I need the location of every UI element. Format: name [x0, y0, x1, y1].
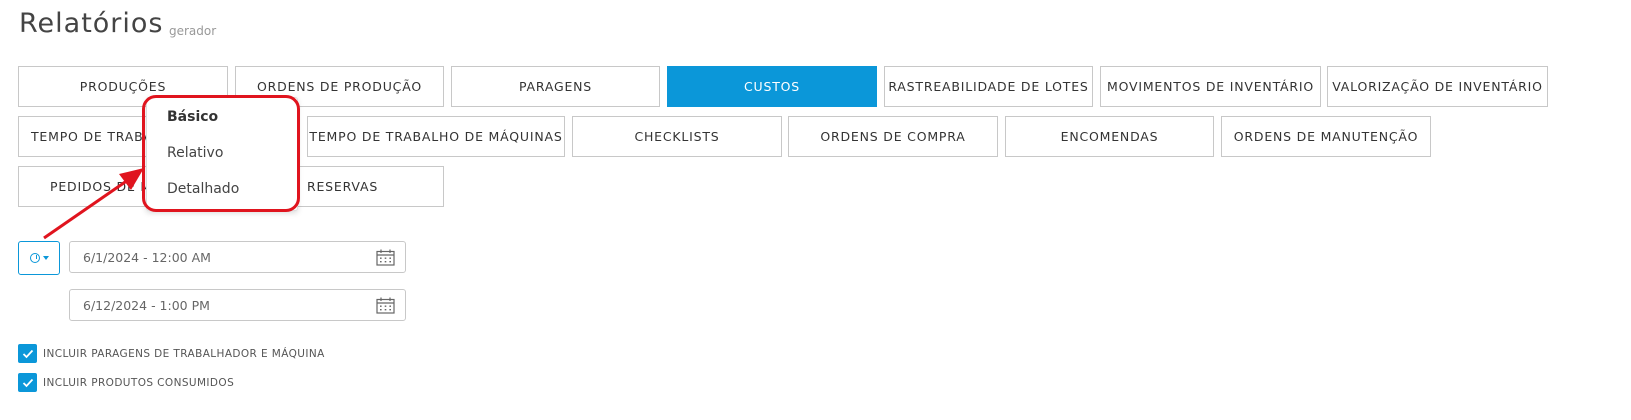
checkmark-icon [22, 378, 33, 387]
calendar-icon[interactable] [376, 249, 395, 266]
tab-rastreabilidade-de-lotes[interactable]: RASTREABILIDADE DE LOTES [884, 66, 1093, 107]
end-date-field[interactable]: 6/12/2024 - 1:00 PM [69, 289, 406, 321]
tab-ordens-de-compra[interactable]: ORDENS DE COMPRA [788, 116, 998, 157]
tab-tempo-de-trabalho[interactable]: TEMPO DE TRABA [18, 116, 152, 157]
checkmark-icon [22, 349, 33, 358]
tab-encomendas[interactable]: ENCOMENDAS [1005, 116, 1214, 157]
dropdown-item-detalhado[interactable]: Detalhado [167, 181, 239, 197]
tab-custos[interactable]: CUSTOS [667, 66, 877, 107]
include-consumed-option: INCLUIR PRODUTOS CONSUMIDOS [18, 373, 234, 392]
tab-pedidos[interactable]: PEDIDOS DE M [18, 166, 151, 207]
include-consumed-checkbox[interactable] [18, 373, 37, 392]
include-stops-label: INCLUIR PARAGENS DE TRABALHADOR E MÁQUIN… [43, 347, 325, 360]
page-subtitle: gerador [169, 24, 217, 38]
clock-icon [29, 253, 40, 263]
tab-reservas[interactable]: RESERVAS [290, 166, 444, 207]
tab-checklists[interactable]: CHECKLISTS [572, 116, 782, 157]
page-title: Relatórios [19, 8, 164, 39]
end-date-value: 6/12/2024 - 1:00 PM [83, 297, 210, 313]
start-date-value: 6/1/2024 - 12:00 AM [83, 249, 211, 265]
calendar-icon[interactable] [376, 297, 395, 314]
chevron-down-icon [42, 256, 49, 260]
range-type-button[interactable] [18, 241, 60, 275]
tab-tempo-de-trabalho-de-maquinas[interactable]: TEMPO DE TRABALHO DE MÁQUINAS [307, 116, 565, 157]
range-type-dropdown: Básico Relativo Detalhado [146, 97, 298, 211]
tab-ordens-de-manutencao[interactable]: ORDENS DE MANUTENÇÃO [1221, 116, 1431, 157]
dropdown-item-relativo[interactable]: Relativo [167, 145, 223, 161]
include-stops-option: INCLUIR PARAGENS DE TRABALHADOR E MÁQUIN… [18, 344, 325, 363]
tab-valorizacao-de-inventario[interactable]: VALORIZAÇÃO DE INVENTÁRIO [1327, 66, 1548, 107]
tab-paragens[interactable]: PARAGENS [451, 66, 660, 107]
dropdown-item-basico[interactable]: Básico [167, 109, 218, 125]
include-stops-checkbox[interactable] [18, 344, 37, 363]
include-consumed-label: INCLUIR PRODUTOS CONSUMIDOS [43, 376, 235, 389]
start-date-field[interactable]: 6/1/2024 - 12:00 AM [69, 241, 406, 273]
tab-movimentos-de-inventario[interactable]: MOVIMENTOS DE INVENTÁRIO [1100, 66, 1321, 107]
